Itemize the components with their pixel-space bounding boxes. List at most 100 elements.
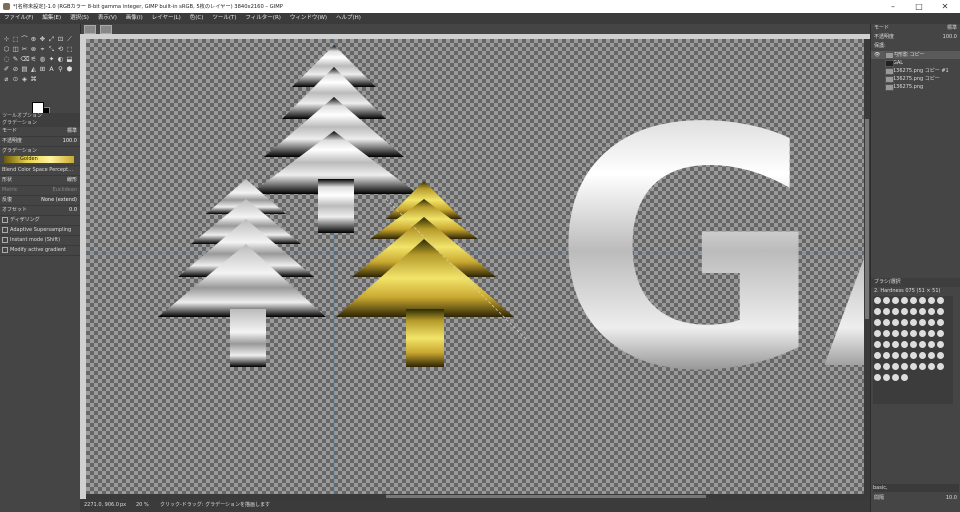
tool-icon[interactable]: ◈	[21, 75, 29, 83]
brush-swatch[interactable]	[883, 341, 890, 348]
menu-file[interactable]: ファイル(F)	[4, 13, 33, 24]
brush-swatch[interactable]	[919, 363, 926, 370]
brush-swatch[interactable]	[937, 352, 944, 359]
tool-icon[interactable]: ⚲	[57, 65, 65, 73]
lock-row[interactable]: 保護:	[871, 42, 960, 51]
tool-icon[interactable]: ✂	[21, 45, 29, 53]
repeat-row[interactable]: 反復 None (extend)	[0, 196, 80, 206]
tool-icon[interactable]: ⌒	[21, 35, 29, 43]
brush-swatch[interactable]	[901, 330, 908, 337]
brush-swatch[interactable]	[937, 319, 944, 326]
image-canvas[interactable]: GA	[86, 39, 864, 494]
brush-swatch[interactable]	[901, 341, 908, 348]
menu-windows[interactable]: ウィンドウ(W)	[290, 13, 327, 24]
brush-swatch[interactable]	[892, 352, 899, 359]
tool-icon[interactable]: ⊙	[12, 75, 20, 83]
brush-swatch[interactable]	[901, 374, 908, 381]
layer-item[interactable]: 136275.png	[871, 83, 960, 91]
brush-swatch[interactable]	[910, 352, 917, 359]
brush-swatch[interactable]	[883, 308, 890, 315]
tool-icon[interactable]: ⬚	[66, 45, 74, 53]
brush-swatch[interactable]	[937, 330, 944, 337]
layer-item[interactable]: 👁 円形影 コピー	[871, 51, 960, 59]
brush-swatch[interactable]	[901, 363, 908, 370]
tool-icon[interactable]: ⚟	[30, 55, 38, 63]
blend-space-row[interactable]: Blend Color Space Percept…	[0, 166, 80, 176]
metric-value[interactable]: Euclidean	[53, 186, 77, 195]
maximize-button[interactable]: □	[906, 1, 932, 12]
brush-swatch[interactable]	[937, 297, 944, 304]
brush-swatch[interactable]	[901, 319, 908, 326]
layer-opacity-value[interactable]: 100.0	[943, 33, 957, 42]
tool-icon[interactable]: ⤢	[48, 35, 56, 43]
dither-row[interactable]: ディザリング	[0, 216, 80, 226]
shape-row[interactable]: 形状 線形	[0, 176, 80, 186]
tool-icon[interactable]: ◐	[57, 55, 65, 63]
tool-icon[interactable]: ⊕	[30, 35, 38, 43]
brush-swatch[interactable]	[883, 330, 890, 337]
menu-colors[interactable]: 色(C)	[190, 13, 204, 24]
tool-icon[interactable]: ⌫	[21, 55, 30, 63]
tool-icon[interactable]: ⟋	[66, 35, 74, 43]
tool-icon[interactable]: ⊗	[30, 45, 38, 53]
brush-swatch[interactable]	[883, 319, 890, 326]
spacing-row[interactable]: 間隔 10.0	[871, 494, 960, 503]
blend-space-value[interactable]: Blend Color Space Percept…	[2, 167, 73, 173]
brush-swatch[interactable]	[919, 341, 926, 348]
brush-swatch[interactable]	[910, 308, 917, 315]
instant-checkbox[interactable]	[2, 236, 8, 243]
brush-swatch[interactable]	[874, 297, 881, 304]
brush-swatch[interactable]	[901, 352, 908, 359]
brush-swatch[interactable]	[874, 330, 881, 337]
tool-icon[interactable]: ⬡	[3, 45, 11, 53]
menu-layer[interactable]: レイヤー(L)	[152, 13, 181, 24]
tool-icon[interactable]: ✎	[12, 55, 20, 63]
adaptive-checkbox[interactable]	[2, 226, 8, 233]
gradient-preview[interactable]	[4, 156, 74, 163]
tool-icon[interactable]: ⊘	[12, 65, 20, 73]
offset-row[interactable]: オフセット 0.0	[0, 206, 80, 216]
brush-swatch[interactable]	[928, 330, 935, 337]
tool-icon[interactable]: ✐	[3, 65, 11, 73]
mode-row[interactable]: モード 標準	[0, 127, 80, 137]
brush-swatch[interactable]	[919, 330, 926, 337]
tool-icon[interactable]: ✦	[48, 55, 56, 63]
opacity-value[interactable]: 100.0	[63, 137, 77, 146]
eye-icon[interactable]: 👁	[874, 51, 880, 59]
zoom-selector[interactable]: 20 %	[136, 499, 149, 512]
brush-swatch[interactable]	[919, 297, 926, 304]
minimize-button[interactable]: –	[880, 1, 906, 12]
mode-value[interactable]: 標準	[67, 127, 77, 136]
menu-tools[interactable]: ツール(T)	[212, 13, 236, 24]
brush-swatch[interactable]	[892, 341, 899, 348]
brush-swatch[interactable]	[892, 308, 899, 315]
menu-help[interactable]: ヘルプ(H)	[336, 13, 361, 24]
brush-swatch[interactable]	[883, 374, 890, 381]
brush-swatch[interactable]	[901, 297, 908, 304]
brush-swatch[interactable]	[874, 374, 881, 381]
brush-swatch[interactable]	[928, 352, 935, 359]
brush-swatch[interactable]	[874, 341, 881, 348]
brush-swatch[interactable]	[892, 374, 899, 381]
tool-icon[interactable]: ◌	[3, 55, 11, 63]
brush-swatch[interactable]	[874, 319, 881, 326]
dither-checkbox[interactable]	[2, 216, 8, 223]
tool-icon[interactable]: ▤	[21, 65, 29, 73]
spacing-value[interactable]: 10.0	[946, 494, 957, 503]
tool-icon[interactable]: ◫	[12, 45, 20, 53]
brush-swatch[interactable]	[919, 352, 926, 359]
tool-icon[interactable]: ⌖	[39, 45, 47, 53]
layer-item[interactable]: GAL	[871, 59, 960, 67]
brush-swatch[interactable]	[937, 308, 944, 315]
brush-swatch[interactable]	[883, 352, 890, 359]
close-button[interactable]: ✕	[932, 1, 958, 12]
offset-value[interactable]: 0.0	[69, 206, 77, 215]
menu-image[interactable]: 画像(I)	[126, 13, 143, 24]
brush-swatch[interactable]	[937, 341, 944, 348]
layer-mode-row[interactable]: モード 標準	[871, 24, 960, 33]
horizontal-scroll-thumb[interactable]	[386, 495, 706, 498]
brush-swatch[interactable]	[928, 308, 935, 315]
brush-swatch[interactable]	[910, 341, 917, 348]
tool-icon[interactable]: ⊹	[3, 35, 11, 43]
brush-swatch[interactable]	[874, 352, 881, 359]
